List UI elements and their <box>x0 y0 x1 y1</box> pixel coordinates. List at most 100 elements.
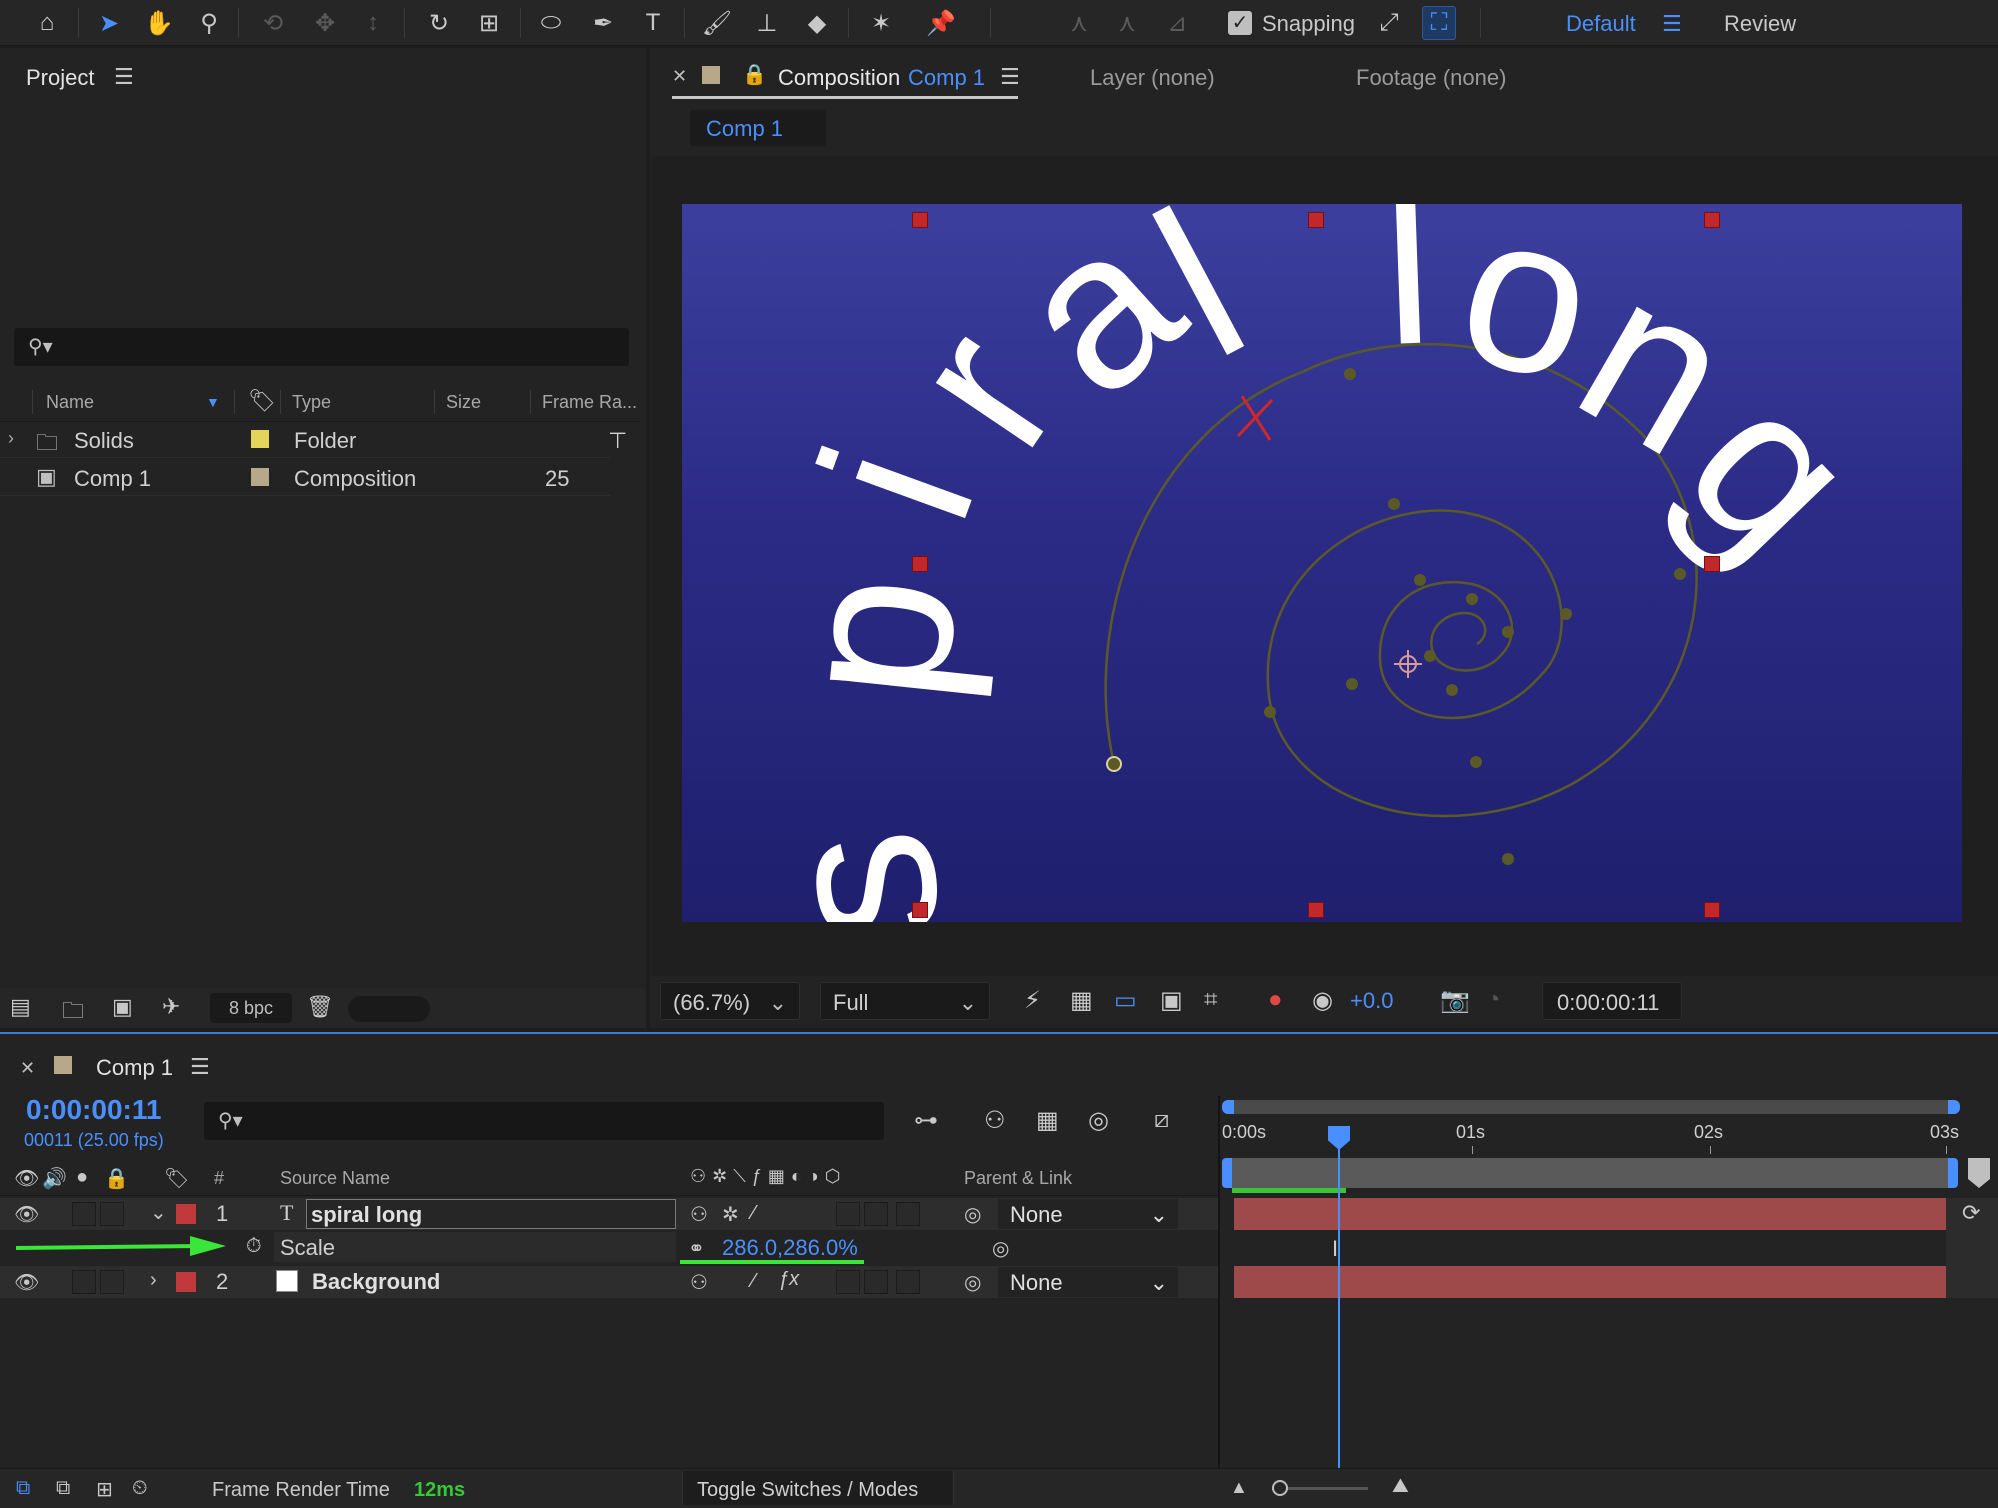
timeline-menu-icon[interactable]: ☰ <box>190 1054 210 1080</box>
collapse-arrow-icon[interactable]: ⌄ <box>150 1200 167 1225</box>
parent-dropdown[interactable]: None ⌄ <box>998 1199 1178 1229</box>
col-parent-link[interactable]: Parent & Link <box>964 1168 1072 1189</box>
project-menu-icon[interactable]: ☰ <box>114 64 134 90</box>
lock-icon[interactable]: 🔒 <box>742 62 767 87</box>
transform-handle[interactable] <box>1704 556 1720 572</box>
rotation-tool-icon[interactable]: ↻ <box>422 6 456 40</box>
layer-name[interactable]: Background <box>312 1269 440 1295</box>
fast-previews-icon[interactable]: ⚡ <box>1024 986 1041 1015</box>
pan-camera-icon[interactable]: ✥ <box>308 6 342 40</box>
current-time-field[interactable]: 0:00:00:11 <box>1542 982 1682 1020</box>
transform-handle[interactable] <box>1308 902 1324 918</box>
col-size[interactable]: Size <box>446 392 481 413</box>
brush-tool-icon[interactable]: 🖌 <box>700 6 734 40</box>
expand-arrow-icon[interactable]: › <box>8 428 14 449</box>
close-icon[interactable]: ✕ <box>20 1058 35 1079</box>
toggle-switches-modes-button[interactable]: Toggle Switches / Modes <box>682 1471 954 1505</box>
trash-icon[interactable]: 🗑 <box>306 994 334 1020</box>
col-frame-rate[interactable]: Frame Ra... <box>542 392 637 413</box>
render-queue-icon[interactable]: ✈ <box>162 994 180 1020</box>
col-name[interactable]: Name <box>46 392 94 413</box>
video-eye-icon[interactable]: 👁 <box>14 1166 39 1191</box>
world-axis-icon[interactable]: ⋏ <box>1110 6 1144 40</box>
visibility-eye-icon[interactable]: 👁 <box>14 1202 39 1227</box>
local-axis-icon[interactable]: ⋏ <box>1062 6 1096 40</box>
switch-box[interactable] <box>836 1202 860 1226</box>
layer-tab[interactable]: Layer (none) <box>1090 65 1215 91</box>
solo-box[interactable] <box>72 1202 96 1226</box>
col-type[interactable]: Type <box>292 392 331 413</box>
time-navigator[interactable] <box>1228 1100 1954 1114</box>
magnification-dropdown[interactable]: (66.7%) ⌄ <box>660 982 800 1020</box>
stopwatch-link-icon[interactable]: ⟳ <box>1962 1200 1980 1226</box>
shy-switch-icon[interactable]: ⚇ <box>690 1202 708 1227</box>
transfer-controls-toggle-icon[interactable]: ⧉ <box>56 1477 70 1500</box>
visibility-eye-icon[interactable]: 👁 <box>14 1270 39 1295</box>
lock-box[interactable] <box>100 1270 124 1294</box>
show-snapshot-icon[interactable]: ◔ <box>1486 986 1501 1014</box>
pen-tool-icon[interactable]: ✒ <box>586 6 620 40</box>
timeline-search-input[interactable]: ⚲▾ <box>204 1102 884 1140</box>
composition-tab-name[interactable]: Comp 1 <box>908 65 985 91</box>
switch-box[interactable] <box>864 1202 888 1226</box>
quality-switch-icon[interactable]: ⁄ <box>752 1270 755 1293</box>
effects-switch-icon[interactable]: ƒx <box>778 1268 799 1291</box>
guides-icon[interactable]: ⌗ <box>1204 986 1218 1014</box>
new-composition-icon[interactable]: ▣ <box>112 994 133 1020</box>
layer-name-box[interactable]: spiral long <box>306 1199 676 1229</box>
render-time-toggle-icon[interactable]: ⏲ <box>132 1477 148 1500</box>
composition-tab-prefix[interactable]: Composition <box>778 65 900 91</box>
snap-features-icon[interactable]: ⛶ <box>1422 6 1456 40</box>
layer-bar-2[interactable] <box>1234 1266 1946 1298</box>
motion-blur-icon[interactable]: ◎ <box>1088 1106 1109 1135</box>
transform-handle[interactable] <box>1704 902 1720 918</box>
snapping-checkbox[interactable]: ✓ <box>1228 11 1252 35</box>
layer-row-1[interactable]: 👁 ⌄ 1 T spiral long ⚇ ✲ ⁄ ◎ None ⌄ <box>0 1198 1220 1230</box>
flowchart-icon[interactable]: ⊤ <box>608 428 627 454</box>
type-tool-icon[interactable]: T <box>636 6 670 40</box>
pick-whip-icon[interactable]: ◎ <box>992 1236 1009 1261</box>
orbit-camera-icon[interactable]: ⟲ <box>256 6 290 40</box>
exposure-value[interactable]: +0.0 <box>1350 988 1393 1014</box>
view-axis-icon[interactable]: ⊿ <box>1160 6 1194 40</box>
layer-label-color[interactable] <box>176 1272 196 1292</box>
project-search-input[interactable]: ⚲▾ <box>14 328 629 366</box>
switch-box[interactable] <box>864 1270 888 1294</box>
composition-menu-icon[interactable]: ☰ <box>1000 64 1020 90</box>
transform-handle[interactable] <box>1308 212 1324 228</box>
work-area-start[interactable] <box>1222 1158 1232 1188</box>
resolution-dropdown[interactable]: Full ⌄ <box>820 982 990 1020</box>
snap-edges-icon[interactable]: ⤢ <box>1372 6 1406 40</box>
parent-dropdown[interactable]: None ⌄ <box>998 1267 1178 1297</box>
pan-behind-icon[interactable]: ⊞ <box>472 6 506 40</box>
project-item-solids[interactable]: › 🗀 Solids Folder ⊤ <box>0 420 627 458</box>
timeline-tab-name[interactable]: Comp 1 <box>96 1055 173 1081</box>
audio-icon[interactable]: 🔊 <box>42 1166 67 1191</box>
layer-switches-toggle-icon[interactable]: ⧉ <box>16 1477 30 1500</box>
time-navigator-start[interactable] <box>1222 1100 1234 1114</box>
constrain-proportions-icon[interactable]: ⚭ <box>688 1236 705 1261</box>
time-navigator-end[interactable] <box>1948 1100 1960 1114</box>
clone-stamp-icon[interactable]: ⊥ <box>750 6 784 40</box>
hand-tool-icon[interactable]: ✋ <box>142 6 176 40</box>
transform-handle[interactable] <box>912 212 928 228</box>
color-channels-icon[interactable]: ● <box>1268 986 1283 1014</box>
switch-box[interactable] <box>896 1270 920 1294</box>
composition-canvas[interactable]: s p i r a l l o n g <box>682 204 1962 922</box>
zoom-tool-icon[interactable]: ⚲ <box>192 6 226 40</box>
comp-navigator-tab[interactable]: Comp 1 <box>690 110 826 146</box>
mask-path-icon[interactable]: ▭ <box>1114 986 1137 1015</box>
property-value[interactable]: 286.0,286.0% <box>722 1235 858 1261</box>
collapse-switch-icon[interactable]: ✲ <box>722 1202 739 1227</box>
project-panel-title[interactable]: Project <box>26 65 94 91</box>
label-tag-icon[interactable]: 🏷 <box>248 388 276 414</box>
layer-label-color[interactable] <box>176 1204 196 1224</box>
in-out-toggle-icon[interactable]: ⊞ <box>96 1477 113 1502</box>
region-of-interest-icon[interactable]: ▣ <box>1160 986 1183 1015</box>
close-icon[interactable]: ✕ <box>672 66 687 87</box>
home-icon[interactable]: ⌂ <box>30 6 64 40</box>
transform-handle[interactable] <box>1704 212 1720 228</box>
switches-header-icons[interactable]: ⚇✲⟍ƒ▦◐◑⬡ <box>690 1166 846 1187</box>
stopwatch-icon[interactable]: ⏱ <box>246 1235 262 1258</box>
pick-whip-icon[interactable]: ◎ <box>964 1202 981 1227</box>
